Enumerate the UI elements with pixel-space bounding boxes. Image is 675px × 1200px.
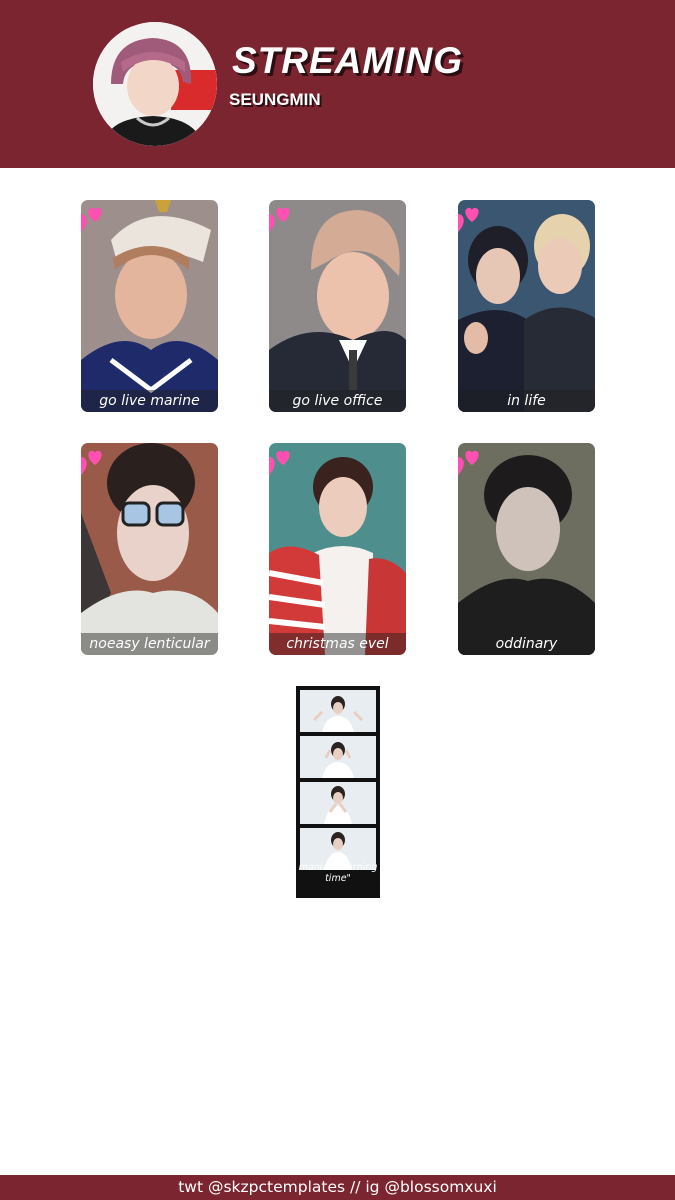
hearts-icon [269,450,290,476]
member-name: SEUNGMIN [229,90,321,109]
hearts-icon [81,450,102,476]
photocard-go-live-office[interactable]: go live office [269,200,406,412]
photocard-christmas-evel[interactable]: christmas evel [269,443,406,655]
photocard-label: noeasy lenticular [81,633,218,655]
photocard-label: go live office [269,390,406,412]
photocard-oddinary[interactable]: oddinary [458,443,595,655]
page-title: STREAMING [232,40,463,81]
film-frame [300,782,376,824]
photocard-in-life[interactable]: in life [458,200,595,412]
film-frame [300,690,376,732]
hearts-icon [81,207,102,233]
photocard-noeasy-lenticular[interactable]: noeasy lenticular [81,443,218,655]
photocard-label: in life [458,390,595,412]
filmstrip-maniac[interactable]: maniac "burning time" [296,686,380,898]
photocard-label: oddinary [458,633,595,655]
hearts-icon [458,207,479,233]
photocard-label: christmas evel [269,633,406,655]
header-banner: STREAMING SEUNGMIN [0,0,675,168]
photocard-go-live-marine[interactable]: go live marine [81,200,218,412]
filmstrip-label: maniac "burning time" [298,862,378,884]
footer-credit: twt @skzpctemplates // ig @blossomxuxi [0,1175,675,1200]
hearts-icon [269,207,290,233]
film-frame [300,736,376,778]
hearts-icon [458,450,479,476]
profile-avatar [93,22,217,146]
photocard-label: go live marine [81,390,218,412]
